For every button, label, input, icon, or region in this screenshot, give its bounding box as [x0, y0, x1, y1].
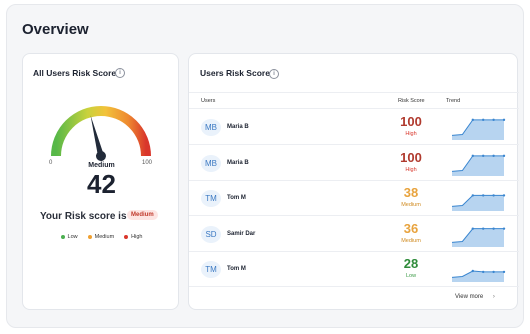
- risk-score-value: 38: [403, 185, 419, 200]
- column-header-users: Users: [201, 98, 216, 104]
- gauge-value: 42: [87, 169, 116, 199]
- sparkline-point: [482, 226, 485, 230]
- table-row[interactable]: TM Tom M 38 Medium: [189, 181, 519, 216]
- sparkline-point: [502, 118, 506, 122]
- avatar: TM: [201, 190, 221, 207]
- view-more-link[interactable]: View more ›: [455, 294, 495, 300]
- info-icon[interactable]: i: [269, 69, 279, 79]
- gauge-legend: Low Medium High: [23, 234, 180, 240]
- risk-score-value: 100: [400, 149, 422, 165]
- user-name: Tom M: [227, 266, 246, 272]
- sparkline-point: [502, 154, 506, 157]
- user-name: Maria B: [227, 124, 249, 130]
- legend-label: Low: [67, 234, 78, 240]
- table-header: Users Risk Score Trend: [189, 92, 519, 109]
- sparkline-point: [471, 118, 474, 122]
- page-title: Overview: [22, 21, 89, 38]
- sparkline-point: [492, 194, 495, 197]
- avatar: MB: [201, 154, 221, 172]
- trend-sparkline: [452, 226, 506, 247]
- users-risk-card: Users Risk Score i Users Risk Score Tren…: [188, 53, 519, 310]
- risk-level: Medium: [401, 202, 421, 208]
- user-name: Maria B: [227, 159, 249, 166]
- overview-panel: Overview All Users Risk Score i 0 100 Me…: [6, 4, 524, 328]
- risk-level: Medium: [401, 237, 421, 244]
- gauge-needle: [90, 115, 106, 161]
- table-row[interactable]: TM Tom M 28 Low: [189, 252, 519, 287]
- legend-dot-icon: [60, 235, 65, 239]
- legend-item-high: High: [124, 234, 142, 240]
- risk-score-value: 36: [403, 220, 419, 236]
- card-title: All Users Risk Score: [33, 68, 117, 78]
- avatar: MB: [201, 119, 221, 136]
- risk-gauge: [51, 106, 151, 161]
- column-header-trend: Trend: [446, 98, 461, 104]
- sparkline-point: [492, 226, 495, 230]
- sparkline-point: [471, 154, 474, 157]
- risk-score-value: 28: [403, 256, 419, 271]
- sparkline-point: [482, 194, 485, 197]
- sparkline-point: [471, 269, 474, 273]
- sparkline-point: [492, 154, 495, 157]
- sparkline-point: [482, 118, 485, 122]
- avatar: SD: [201, 225, 221, 243]
- sparkline-point: [502, 194, 506, 197]
- risk-score-value: 100: [400, 114, 422, 129]
- table-row[interactable]: MB Maria B 100 High: [189, 146, 519, 181]
- all-users-risk-card: All Users Risk Score i 0 100 Medium 42 Y…: [22, 53, 179, 310]
- legend-dot-icon: [87, 235, 92, 239]
- trend-sparkline: [452, 154, 506, 176]
- sparkline-point: [482, 270, 485, 274]
- sparkline-area: [452, 195, 504, 211]
- status-badge: Medium: [127, 210, 158, 220]
- legend-dot-icon: [124, 235, 129, 239]
- risk-level: High: [405, 131, 417, 137]
- avatar: TM: [201, 261, 221, 278]
- gauge-level-label: Medium: [88, 162, 115, 169]
- sparkline-point: [502, 270, 506, 274]
- sparkline-point: [471, 226, 474, 230]
- trend-sparkline: [452, 118, 506, 140]
- column-header-risk-score: Risk Score: [398, 98, 425, 104]
- sparkline-area: [452, 155, 504, 176]
- your-score-label: Your Risk score is: [40, 211, 127, 222]
- sparkline-point: [471, 194, 474, 197]
- sparkline-point: [492, 118, 495, 122]
- legend-label: High: [131, 234, 143, 240]
- legend-item-low: Low: [60, 234, 78, 240]
- risk-level: Low: [405, 273, 417, 279]
- user-name: Tom M: [227, 195, 246, 201]
- sparkline-point: [482, 154, 485, 157]
- view-more-label: View more: [455, 294, 484, 300]
- trend-sparkline: [452, 194, 506, 211]
- sparkline-area: [452, 228, 504, 247]
- table-row[interactable]: MB Maria B 100 High: [189, 110, 519, 145]
- trend-sparkline: [452, 269, 506, 282]
- info-icon[interactable]: i: [115, 68, 125, 78]
- legend-item-medium: Medium: [87, 234, 115, 240]
- user-name: Samir Dar: [227, 230, 256, 237]
- chevron-right-icon: ›: [492, 294, 495, 300]
- sparkline-area: [452, 119, 504, 140]
- card-title: Users Risk Score: [200, 68, 270, 78]
- sparkline-point: [502, 226, 506, 230]
- table-row[interactable]: SD Samir Dar 36 Medium: [189, 217, 519, 252]
- legend-label: Medium: [94, 234, 115, 240]
- risk-level: High: [405, 166, 417, 173]
- sparkline-point: [492, 270, 495, 274]
